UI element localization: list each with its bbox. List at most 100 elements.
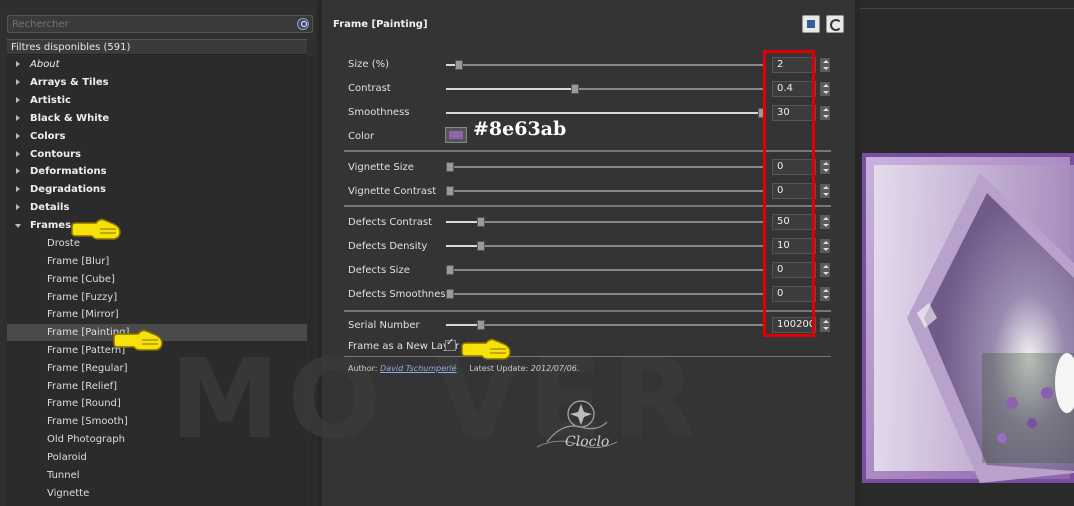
param-label-size: Size (%) [348,59,390,70]
param-label-vignette-contrast: Vignette Contrast [348,186,437,197]
expand-arrow-icon[interactable] [16,204,20,210]
slider-handle[interactable] [477,320,485,330]
filters-header: Filtres disponibles (591) [7,39,307,55]
tree-category-details[interactable]: Details [7,199,307,216]
slider-handle[interactable] [446,265,454,275]
tree-category-deformations[interactable]: Deformations [7,163,307,180]
expand-arrow-icon[interactable] [16,97,20,103]
spinner-vignette-size[interactable] [819,159,831,175]
category-label: Arrays & Tiles [30,77,109,88]
tree-item-frame-cube[interactable]: Frame [Cube] [7,271,307,288]
category-label: About [30,59,60,70]
tree-category-degradations[interactable]: Degradations [7,181,307,198]
slider-contrast[interactable] [446,84,766,94]
search-icon[interactable] [297,18,309,30]
collapse-arrow-icon[interactable] [15,224,21,228]
layout-button[interactable] [802,15,820,33]
param-label-contrast: Contrast [348,83,391,94]
param-label-defects-smoothness: Defects Smoothness [348,289,451,300]
tree-category-black-white[interactable]: Black & White [7,110,307,127]
slider-handle[interactable] [446,162,454,172]
expand-arrow-icon[interactable] [16,133,20,139]
param-label-defects-density: Defects Density [348,241,428,252]
expand-arrow-icon[interactable] [16,115,20,121]
pointing-hand-icon [113,329,163,351]
slider-defects-contrast[interactable] [446,217,766,227]
spinner-contrast[interactable] [819,81,831,97]
spinner-size[interactable] [819,57,831,73]
param-label-defects-contrast: Defects Contrast [348,217,433,228]
author-link[interactable]: David Tschumperlé [380,364,457,373]
color-hex-annotation: #8e63ab [473,118,567,140]
spinner-defects-density[interactable] [819,238,831,254]
category-label: Deformations [30,166,107,177]
category-label: Artistic [30,95,71,106]
slider-handle[interactable] [455,60,463,70]
tree-category-frames[interactable]: Frames [7,217,307,234]
spinner-defects-smoothness[interactable] [819,286,831,302]
expand-arrow-icon[interactable] [16,186,20,192]
expand-arrow-icon[interactable] [16,79,20,85]
param-label-frame-new-layer: Frame as a New Layer [348,341,460,352]
frame-new-layer-checkbox[interactable] [445,337,456,351]
separator [344,310,831,312]
author-label: Author: [348,364,378,373]
param-label-serial-number: Serial Number [348,320,420,331]
spinner-serial-number[interactable] [819,317,831,333]
spinner-defects-contrast[interactable] [819,214,831,230]
slider-serial-number[interactable] [446,320,766,330]
separator [344,356,831,357]
layout-icon [807,20,815,28]
param-label-vignette-size: Vignette Size [348,162,414,173]
slider-handle[interactable] [477,217,485,227]
pointing-hand-icon [461,338,511,360]
category-label: Details [30,202,70,213]
preview-image [862,153,1074,483]
preview-divider [860,8,1074,9]
author-info: Author: David Tschumperlé Latest Update:… [348,364,579,373]
update-label: Latest Update: [469,364,529,373]
expand-arrow-icon[interactable] [16,61,20,67]
search-input[interactable] [8,16,296,32]
slider-handle[interactable] [446,186,454,196]
reset-button[interactable] [826,15,844,33]
separator [344,150,831,152]
tree-category-about[interactable]: About [7,56,307,73]
tree-item-tunnel[interactable]: Tunnel [7,467,307,484]
cloclo-logo: Cloclo [536,400,618,450]
tree-item-frame-blur[interactable]: Frame [Blur] [7,253,307,270]
expand-arrow-icon[interactable] [16,151,20,157]
spinner-defects-size[interactable] [819,262,831,278]
slider-vignette-contrast[interactable] [446,186,766,196]
tree-category-arrays-tiles[interactable]: Arrays & Tiles [7,74,307,91]
slider-size[interactable] [446,60,766,70]
param-label-color: Color [348,131,375,142]
spinner-smoothness[interactable] [819,105,831,121]
tree-item-frame-fuzzy[interactable]: Frame [Fuzzy] [7,289,307,306]
category-label: Degradations [30,184,106,195]
tree-category-colors[interactable]: Colors [7,128,307,145]
tree-item-frame-mirror[interactable]: Frame [Mirror] [7,306,307,323]
tree-category-contours[interactable]: Contours [7,146,307,163]
slider-smoothness[interactable] [446,108,766,118]
expand-arrow-icon[interactable] [16,168,20,174]
slider-handle[interactable] [571,84,579,94]
slider-defects-smoothness[interactable] [446,289,766,299]
logo-text: Cloclo [565,434,609,450]
filter-title: Frame [Painting] [333,19,428,30]
slider-defects-size[interactable] [446,265,766,275]
color-picker-button[interactable] [445,127,467,143]
param-label-defects-size: Defects Size [348,265,410,276]
param-label-smoothness: Smoothness [348,107,410,118]
slider-defects-density[interactable] [446,241,766,251]
slider-vignette-size[interactable] [446,162,766,172]
tree-item-droste[interactable]: Droste [7,235,307,252]
slider-handle[interactable] [477,241,485,251]
separator [344,205,831,207]
search-box[interactable] [7,15,313,33]
spinner-vignette-contrast[interactable] [819,183,831,199]
slider-handle[interactable] [446,289,454,299]
tree-item-vignette[interactable]: Vignette [7,485,307,502]
category-label: Colors [30,131,66,142]
tree-category-artistic[interactable]: Artistic [7,92,307,109]
